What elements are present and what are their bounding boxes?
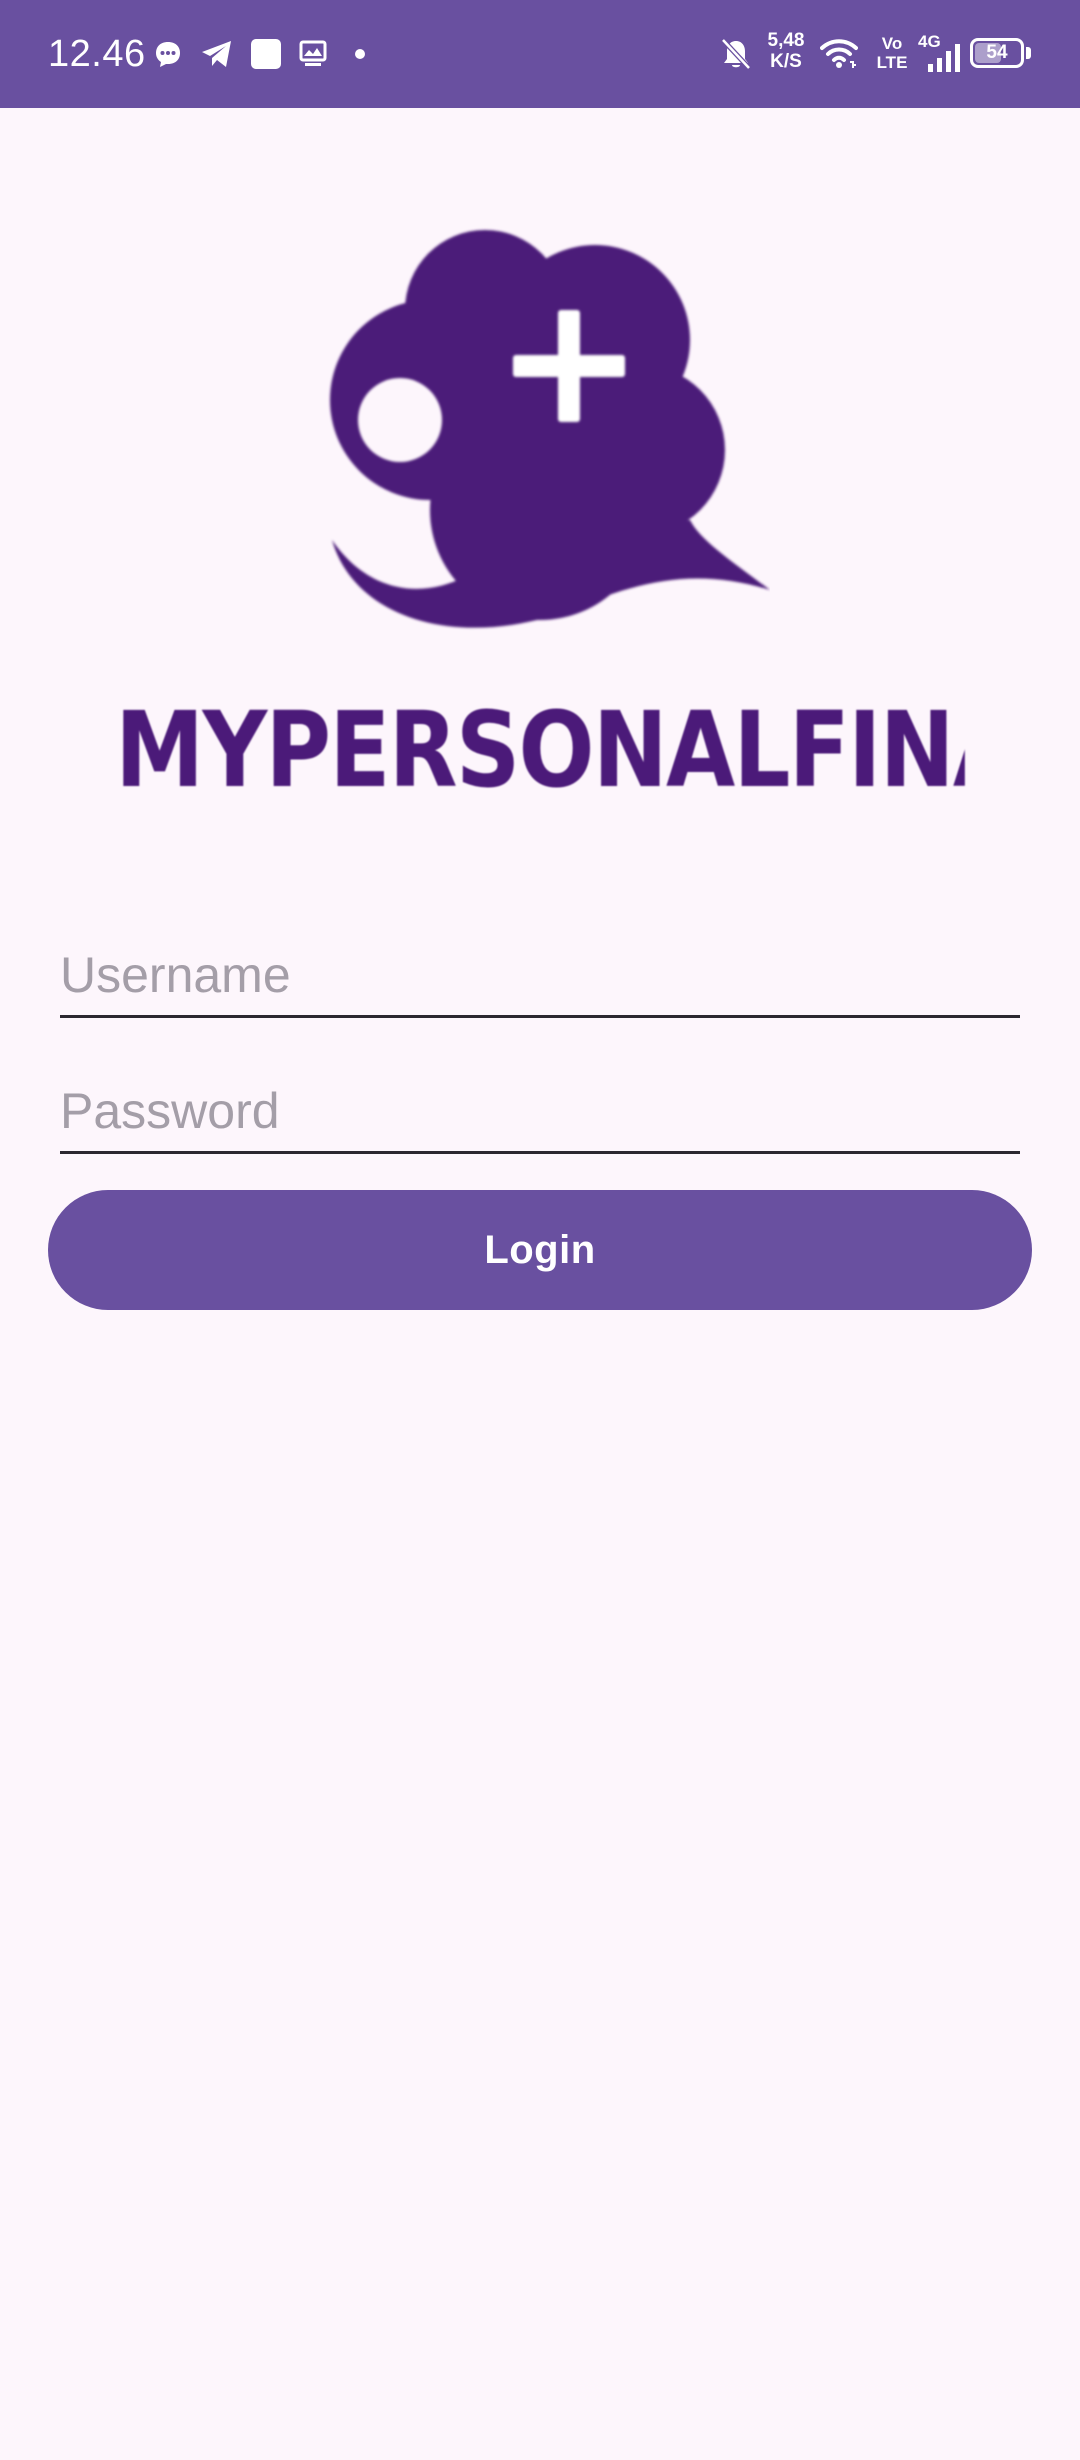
dot-icon xyxy=(352,34,368,74)
logo-wordmark: MYPERSONALFINANCE xyxy=(115,690,965,810)
net-speed-value: 5,48 xyxy=(767,30,805,51)
telegram-icon xyxy=(198,34,236,74)
status-time: 12.46 xyxy=(48,33,146,75)
wifi-icon xyxy=(818,34,860,74)
bell-muted-icon xyxy=(716,34,756,74)
net-speed: 5,48 K/S xyxy=(764,30,808,72)
volte-indicator: Vo LTE xyxy=(872,34,912,72)
password-input[interactable] xyxy=(60,1070,1020,1154)
volte-top: Vo xyxy=(881,34,903,53)
username-input[interactable] xyxy=(60,934,1020,1018)
logo-cloud-plus-icon xyxy=(330,230,770,628)
chat-bubble-icon xyxy=(150,34,186,74)
signal-bars-icon xyxy=(924,38,964,78)
square-app-icon xyxy=(248,34,284,74)
battery-icon: 54 xyxy=(970,38,1024,68)
gallery-icon xyxy=(296,34,330,74)
status-bar: 12.46 5,48 K/S Vo LTE 4G 54 xyxy=(0,0,1080,108)
battery-cap xyxy=(1026,47,1031,59)
net-speed-unit: K/S xyxy=(770,51,802,72)
battery-level: 54 xyxy=(986,42,1008,63)
login-button[interactable]: Login xyxy=(48,1190,1032,1310)
volte-bottom: LTE xyxy=(876,53,908,72)
